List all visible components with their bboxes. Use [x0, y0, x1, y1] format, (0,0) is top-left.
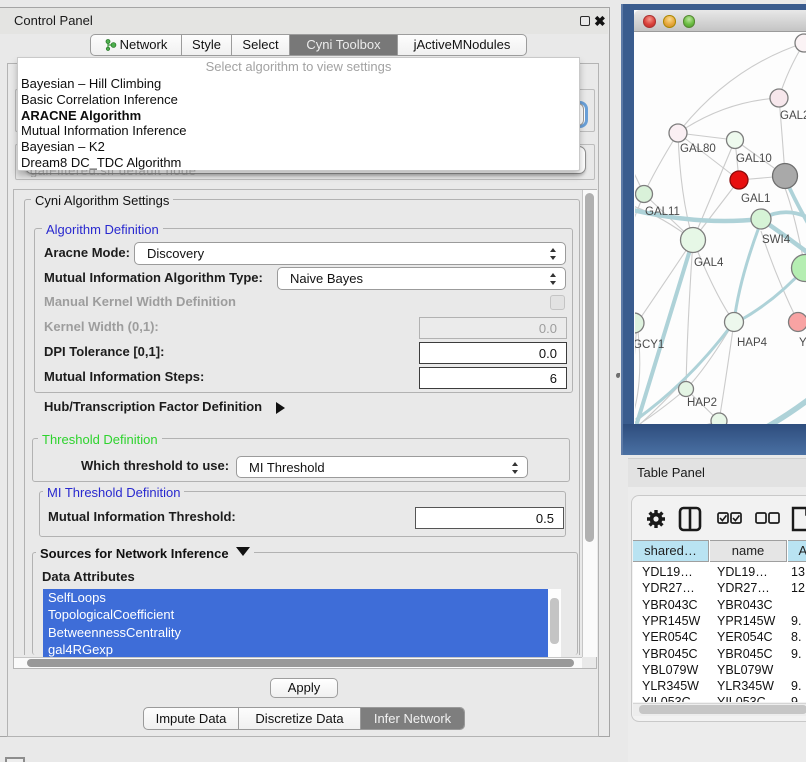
svg-text:GAL2: GAL2 — [780, 110, 806, 122]
svg-text:GAL10: GAL10 — [736, 153, 772, 165]
svg-text:GAL1: GAL1 — [741, 193, 770, 205]
svg-text:GAL11: GAL11 — [645, 206, 680, 218]
svg-text:HAP2: HAP2 — [687, 397, 717, 409]
svg-text:HAP4: HAP4 — [737, 337, 768, 349]
svg-text:GAL80: GAL80 — [680, 143, 716, 155]
svg-text:Y: Y — [799, 337, 806, 349]
svg-text:SWI4: SWI4 — [762, 234, 791, 246]
svg-text:GCY1: GCY1 — [635, 339, 664, 351]
svg-text:GAL4: GAL4 — [694, 257, 724, 269]
